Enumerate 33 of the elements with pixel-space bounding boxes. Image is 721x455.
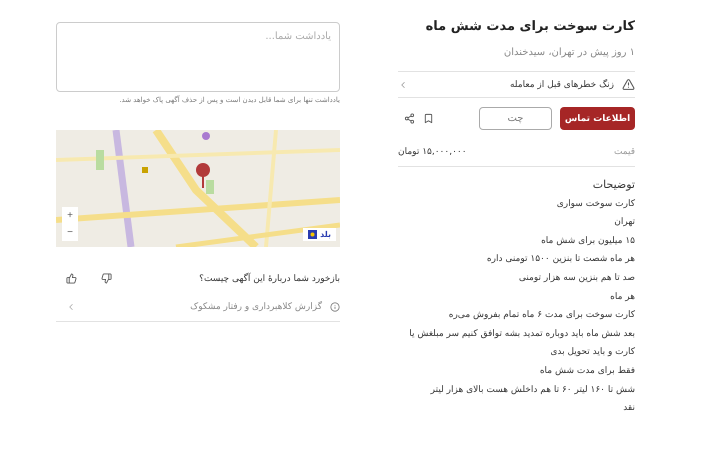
description-line: بعد شش ماه باید دوباره تمدید بشه توافق کنیم سر مبلغش یا [408,328,635,341]
description-line: تهران [613,216,635,230]
description-line: ۱۵ میلیون برای شش ماه [540,234,635,248]
price-label: قیمت [614,147,635,157]
description-line: صد تا هم بنزین سه هزار تومنی [518,272,635,285]
map-badge[interactable]: بلد [303,228,336,241]
warning-label: زنگ خطرهای قبل از معامله [510,80,614,90]
listing-subtitle: ۱ روز پیش در تهران، سیدخندان [502,47,635,58]
description-line: کارت سوخت سواری [556,198,635,211]
share-icon[interactable] [404,113,415,124]
description-heading: توضیحات [592,177,635,193]
report-label: گزارش کلاهبرداری و رفتار مشکوک [190,302,322,312]
description-line: نقد [622,402,635,416]
description-line: فقط برای مدت شش ماه [538,364,635,378]
listing-title: کارت سوخت برای مدت شش ماه [424,18,635,36]
thumbs-down-icon[interactable] [101,273,112,284]
warning-icon [622,78,635,91]
description-line: کارت سوخت برای مدت ۶ ماه تمام بفروش می‌ره [448,309,635,322]
description-line: کارت و باید تحویل بدی [549,346,635,360]
report-row[interactable]: گزارش کلاهبرداری و رفتار مشکوک [56,284,340,321]
description-line: هر ماه شصت تا بنزین ۱۵۰۰ تومنی داره [486,253,635,266]
logo-icon [308,230,318,239]
price-value: ۱۵,۰۰۰,۰۰۰ تومان [398,147,467,157]
description-line: شش تا ۱۶۰ لیتر ۶۰ تا هم داخلش هست بالای هزار لیتر [429,384,635,397]
chat-button[interactable]: چت [479,107,552,130]
thumbs-up-icon[interactable] [66,273,77,284]
warning-row[interactable]: زنگ خطرهای قبل از معامله [398,72,635,97]
contact-button[interactable]: اطلاعات تماس [560,107,635,130]
feedback-question: بازخورد شما دربارهٔ این آگهی چیست؟ [199,274,340,284]
bookmark-icon[interactable] [423,113,434,124]
description-line: هر ماه [609,290,635,304]
note-field[interactable]: یادداشت شما... [56,22,340,92]
info-icon [330,302,340,312]
